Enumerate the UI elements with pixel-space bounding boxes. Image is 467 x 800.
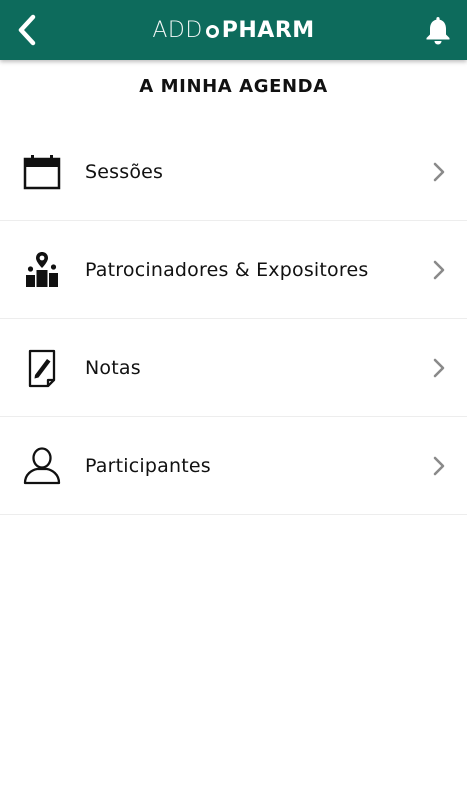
brand-logo-light-text: ADD bbox=[152, 17, 203, 43]
note-pencil-icon bbox=[22, 348, 62, 388]
brand-logo-bold-text: PHARM bbox=[221, 17, 315, 43]
brand-logo: ADD PHARM bbox=[0, 0, 467, 60]
menu-item-patrocinadores[interactable]: Patrocinadores & Expositores bbox=[0, 221, 467, 319]
menu-item-label: Participantes bbox=[85, 454, 211, 477]
notifications-button[interactable] bbox=[423, 14, 453, 46]
top-app-bar: ADD PHARM bbox=[0, 0, 467, 60]
chevron-right-icon bbox=[431, 161, 447, 183]
menu-item-label: Sessões bbox=[85, 160, 164, 183]
podium-pin-icon bbox=[22, 250, 62, 290]
agenda-menu: Sessões Patrocinadores & Expositores Not… bbox=[0, 123, 467, 515]
person-icon bbox=[22, 446, 62, 486]
menu-item-sessoes[interactable]: Sessões bbox=[0, 123, 467, 221]
chevron-right-icon bbox=[431, 455, 447, 477]
page-title: A MINHA AGENDA bbox=[139, 76, 328, 97]
chevron-right-icon bbox=[431, 259, 447, 281]
app-screen: ADD PHARM A MINHA AGENDA Sessões Patroci… bbox=[0, 0, 467, 800]
menu-item-participantes[interactable]: Participantes bbox=[0, 417, 467, 515]
menu-item-label: Notas bbox=[85, 356, 141, 379]
calendar-icon bbox=[22, 152, 62, 192]
menu-item-label: Patrocinadores & Expositores bbox=[85, 258, 369, 281]
menu-item-notas[interactable]: Notas bbox=[0, 319, 467, 417]
chevron-right-icon bbox=[431, 357, 447, 379]
bell-icon bbox=[426, 17, 450, 45]
brand-logo-ring-icon bbox=[205, 24, 219, 38]
